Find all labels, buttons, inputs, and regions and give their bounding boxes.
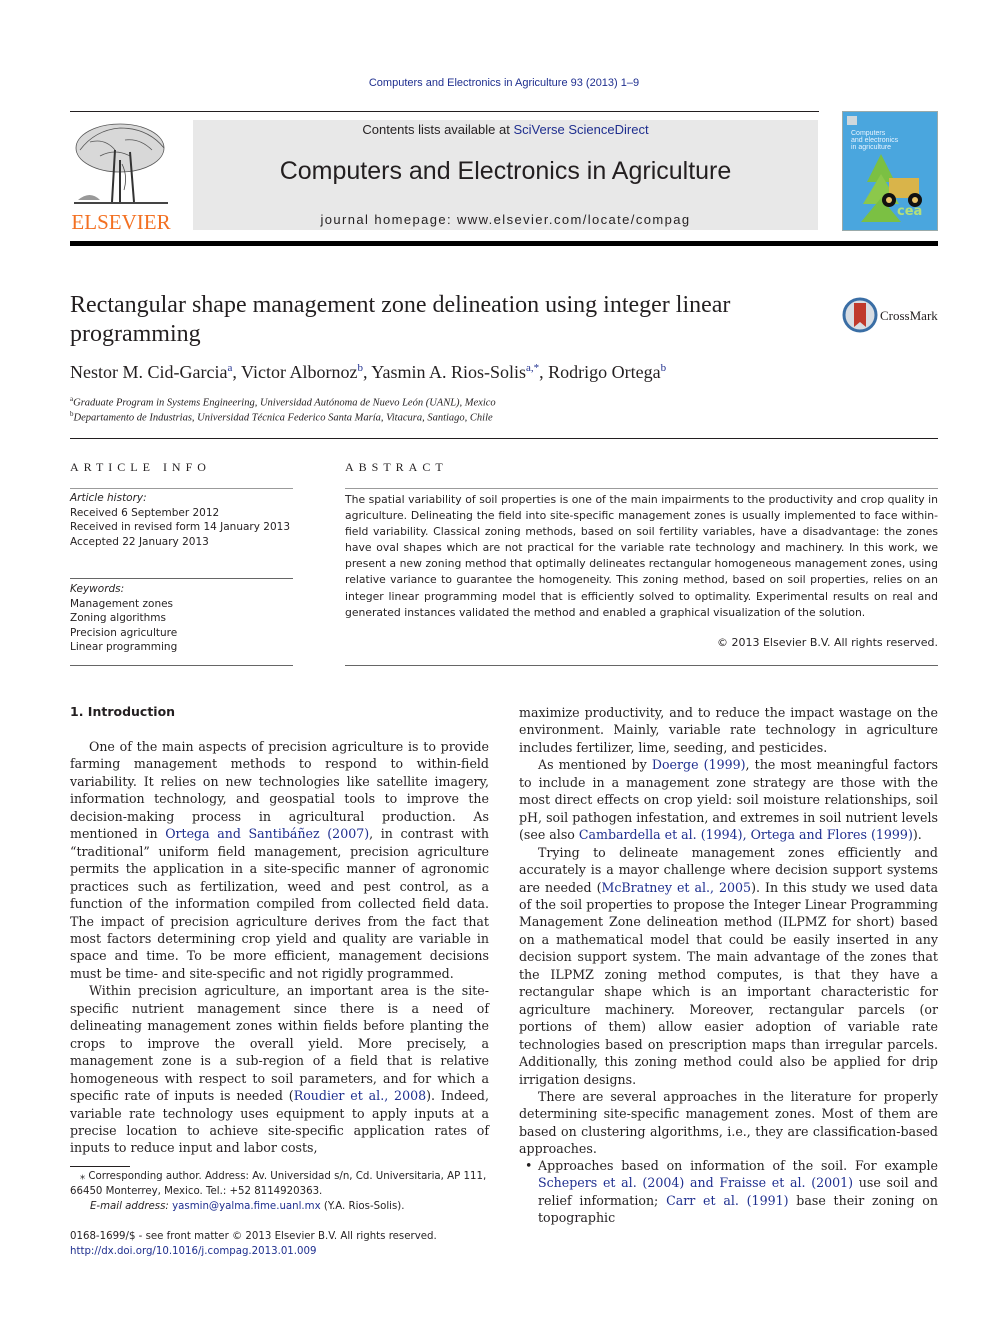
issn-line: 0168-1699/$ - see front matter © 2013 El… [70,1231,437,1242]
keyword: Precision agriculture [70,626,178,639]
article-info-rule [70,488,293,489]
keyword: Linear programming [70,641,178,653]
abstract-bottom-rule [345,665,938,666]
affiliation-a: aGraduate Program in Systems Engineering… [70,395,496,409]
affiliation-marker[interactable]: a [227,362,232,374]
homepage-link[interactable]: www.elsevier.com/locate/compag [457,212,690,227]
reference-link[interactable]: Roudier et al., 2008 [294,1088,426,1103]
journal-masthead: Contents lists available at SciVerse Sci… [193,120,818,230]
reference-link[interactable]: Schepers et al. (2004) and Fraisse et al… [538,1175,853,1190]
affiliation-marker[interactable]: a,* [526,362,539,374]
keywords-rule [70,578,293,579]
journal-citation[interactable]: Computers and Electronics in Agriculture… [0,77,992,89]
bullet-item: • Approaches based on information of the… [525,1158,938,1226]
history-item: Received in revised form 14 January 2013 [70,521,291,533]
sciencedirect-link[interactable]: SciVerse ScienceDirect [513,122,648,137]
paragraph: maximize productivity, and to reduce the… [519,705,938,755]
reference-link[interactable]: Cambardella et al. (1994), Ortega and Fl… [579,827,913,842]
affiliation-marker[interactable]: b [357,362,363,374]
journal-cover-thumbnail[interactable]: Computers and electronics in agriculture… [842,111,938,231]
asterisk-icon: ⁎ [80,1171,86,1182]
reference-link[interactable]: Ortega and Santibáñez (2007) [165,826,369,841]
affiliation-b: bDepartamento de Industrias, Universidad… [70,410,493,424]
paragraph: Trying to delineate management zones eff… [519,844,938,1087]
author-name[interactable]: Victor Albornoz [241,362,357,382]
cover-publisher-icon [847,116,857,125]
email-link[interactable]: yasmin@yalma.fime.uanl.mx [172,1201,321,1212]
crossmark-icon [842,297,878,333]
history-item: Received 6 September 2012 [70,506,220,519]
elsevier-wordmark: ELSEVIER [71,210,171,234]
author-list: Nestor M. Cid-Garciaa, Victor Albornozb,… [70,362,667,382]
abstract-heading: ABSTRACT [345,460,448,474]
footnote-rule [70,1166,130,1167]
paragraph: There are several approaches in the lite… [519,1088,938,1157]
journal-title: Computers and Electronics in Agriculture [279,157,732,185]
history-label: Article history: [70,492,147,504]
paragraph: As mentioned by Doerge (1999), the most … [519,757,939,843]
info-bottom-rule [70,665,293,666]
journal-homepage: journal homepage: www.elsevier.com/locat… [320,212,691,227]
author-name[interactable]: Rodrigo Ortega [548,362,660,382]
corresponding-author-footnote: ⁎ Corresponding author. Address: Av. Uni… [70,1171,487,1197]
bullet-icon: • [525,1158,533,1173]
affiliation-marker[interactable]: b [661,362,667,374]
article-info-heading: ARTICLE INFO [70,460,211,474]
keywords-list: Keywords: Management zones Zoning algori… [70,582,177,655]
keywords-label: Keywords: [70,583,125,595]
article-history: Article history: Received 6 September 20… [70,491,290,549]
abstract-copyright: © 2013 Elsevier B.V. All rights reserved… [716,636,938,649]
header-rule [70,111,819,112]
abstract-rule [345,488,938,489]
cover-badge: cea [897,204,923,219]
section-divider [70,438,938,439]
keyword: Zoning algorithms [70,612,166,624]
crossmark-label: CrossMark [880,308,938,323]
doi-link[interactable]: http://dx.doi.org/10.1016/j.compag.2013.… [70,1246,316,1257]
doi-line: http://dx.doi.org/10.1016/j.compag.2013.… [70,1245,490,1260]
citation-link[interactable]: Computers and Electronics in Agriculture… [369,77,639,89]
paragraph: Within precision agriculture, an importa… [70,983,489,1156]
crossmark-button[interactable]: CrossMark [842,297,942,335]
reference-link[interactable]: Carr et al. (1991) [666,1193,788,1208]
body-right-column: maximize productivity, and to reduce the… [519,704,938,1158]
contents-line: Contents lists available at SciVerse Sci… [362,122,649,137]
author-name[interactable]: Yasmin A. Rios-Solis [371,362,526,382]
paragraph: One of the main aspects of precision agr… [70,739,489,981]
article-title: Rectangular shape management zone deline… [70,292,731,347]
body-left-column: One of the main aspects of precision agr… [70,738,489,1157]
reference-link[interactable]: Doerge (1999) [652,757,746,772]
reference-link[interactable]: McBratney et al., 2005 [601,880,751,895]
section-heading-introduction: 1. Introduction [70,704,176,719]
cover-title: Computers and electronics in agriculture [851,130,899,151]
email-footnote: E-mail address: yasmin@yalma.fime.uanl.m… [90,1201,405,1212]
abstract-text: The spatial variability of soil properti… [345,493,938,619]
author-name[interactable]: Nestor M. Cid-Garcia [70,362,227,382]
history-item: Accepted 22 January 2013 [70,535,209,548]
header-thick-rule [70,241,938,246]
keyword: Management zones [70,597,174,610]
